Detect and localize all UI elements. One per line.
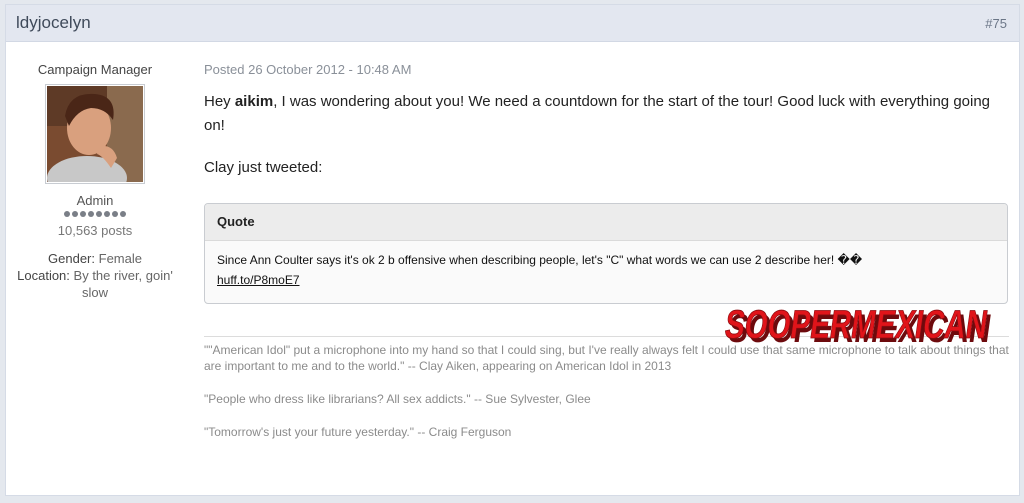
rank-pip <box>64 211 70 217</box>
gender-field: Gender: Female <box>6 250 184 267</box>
avatar[interactable] <box>45 84 145 184</box>
location-label: Location: <box>17 268 70 283</box>
rank-pip <box>72 211 78 217</box>
quote-link[interactable]: huff.to/P8moE7 <box>217 273 300 287</box>
post-header: ldyjocelyn #75 <box>6 5 1019 42</box>
post-count: 10,563 posts <box>57 223 133 238</box>
signature-quote-3: "Tomorrow's just your future yesterday."… <box>204 425 512 439</box>
greeting-text: Hey <box>204 93 235 110</box>
signature-quote-2: "People who dress like librarians? All s… <box>204 392 591 406</box>
rank-pips <box>6 211 184 217</box>
rank-pip <box>120 211 126 217</box>
gender-label: Gender: <box>48 251 95 266</box>
rank-pip <box>104 211 110 217</box>
quote-box: Quote Since Ann Coulter says it's ok 2 b… <box>204 203 1008 304</box>
paragraph-text: , I was wondering about you! We need a c… <box>204 93 991 134</box>
rank-pip <box>112 211 118 217</box>
rank-pip <box>88 211 94 217</box>
member-group: Admin <box>76 193 114 208</box>
watermark-text: SOOPERMEXICAN <box>722 302 990 347</box>
location-value: By the river, goin' slow <box>73 268 173 300</box>
post-number-link[interactable]: #75 <box>985 16 1007 31</box>
rank-pip <box>80 211 86 217</box>
quote-text: Since Ann Coulter says it's ok 2 b offen… <box>217 253 863 267</box>
quote-title: Quote <box>205 204 1007 241</box>
rank-pip <box>96 211 102 217</box>
post-paragraph-2: Clay just tweeted: <box>204 159 323 176</box>
forum-post: ldyjocelyn #75 Campaign Manager Admin 10… <box>5 4 1020 496</box>
profile-fields: Gender: Female Location: By the river, g… <box>6 250 184 301</box>
post-date: Posted 26 October 2012 - 10:48 AM <box>204 62 412 77</box>
soopermexican-watermark-logo: SOOPERMEXICAN SOOPERMEXICAN <box>722 302 994 351</box>
member-title: Campaign Manager <box>37 62 153 77</box>
gender-value: Female <box>98 251 142 266</box>
avatar-image <box>47 86 143 182</box>
post-paragraph-1: Hey aikim, I was wondering about you! We… <box>204 90 1010 138</box>
post-content: Posted 26 October 2012 - 10:48 AM Hey ai… <box>204 62 1010 440</box>
username-link[interactable]: ldyjocelyn <box>16 13 91 33</box>
mention-username: aikim <box>234 93 274 110</box>
author-sidebar: Campaign Manager Admin 10,563 posts Gend… <box>6 61 184 301</box>
location-field: Location: By the river, goin' slow <box>6 267 184 301</box>
